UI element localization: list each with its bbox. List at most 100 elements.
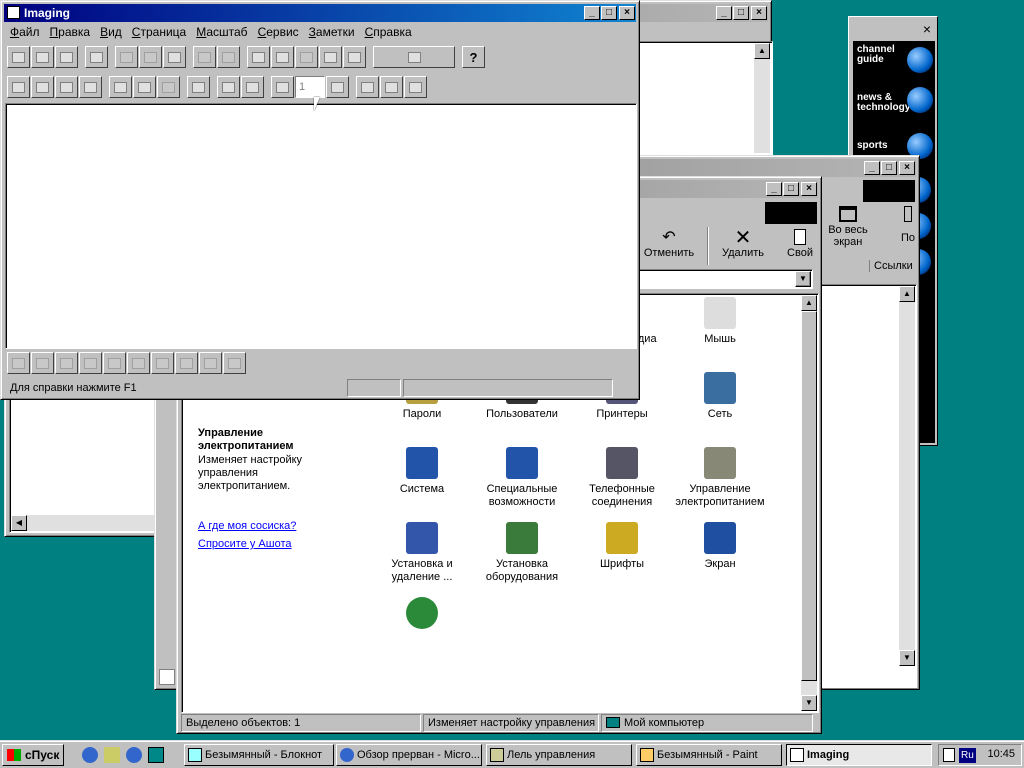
cut-button[interactable]: [115, 46, 138, 68]
control-panel-item[interactable]: Систе­ма: [372, 447, 472, 496]
minimize-icon[interactable]: _: [716, 6, 732, 20]
select-button[interactable]: [133, 76, 156, 98]
annotation-select-button[interactable]: [7, 352, 30, 374]
close-icon[interactable]: ×: [619, 6, 635, 20]
text-from-file-button[interactable]: [199, 352, 222, 374]
scroll-left-icon[interactable]: ◀: [11, 515, 27, 531]
menu-item-4[interactable]: Масштаб: [191, 23, 252, 41]
properties-button[interactable]: Свой: [781, 229, 819, 259]
scheduler-icon[interactable]: [943, 748, 955, 762]
ie-icon[interactable]: [82, 747, 98, 763]
background-window-scrollbar[interactable]: ▲: [754, 43, 770, 153]
menu-item-3[interactable]: Страница: [127, 23, 191, 41]
language-indicator[interactable]: Ru: [959, 748, 976, 763]
task-imaging[interactable]: Imaging: [786, 744, 932, 766]
save-button[interactable]: [55, 46, 78, 68]
copy-button[interactable]: [139, 46, 162, 68]
delete-button[interactable]: ✕ Удалить: [713, 228, 773, 259]
task-browser[interactable]: Обзор прерван - Micro...: [336, 744, 482, 766]
minimize-icon[interactable]: _: [584, 6, 600, 20]
close-icon[interactable]: ×: [899, 161, 915, 175]
minimize-icon[interactable]: _: [766, 182, 782, 196]
minimize-icon[interactable]: _: [864, 161, 880, 175]
scroll-down-icon[interactable]: ▼: [899, 650, 915, 666]
undo-button[interactable]: [193, 46, 216, 68]
rotate-right-button[interactable]: [241, 76, 264, 98]
control-panel-item[interactable]: Управление электропитанием: [670, 447, 770, 509]
help-button[interactable]: ?: [462, 46, 485, 68]
text-tool-button[interactable]: [151, 352, 174, 374]
pointer-button[interactable]: [157, 76, 180, 98]
rescan-button[interactable]: [79, 76, 102, 98]
fullscreen-button[interactable]: Во весь экран: [823, 206, 873, 248]
page-number-button[interactable]: 1: [295, 76, 325, 98]
links-label[interactable]: Ссылки: [869, 260, 913, 272]
zoom-in-button[interactable]: [247, 46, 270, 68]
imaging-titlebar[interactable]: Imaging: [4, 4, 636, 22]
control-panel-item[interactable]: Шрифты: [572, 522, 672, 571]
hollow-rect-button[interactable]: [103, 352, 126, 374]
control-panel-item[interactable]: Специальные возможности: [472, 447, 572, 509]
menu-item-0[interactable]: Файл: [5, 23, 45, 41]
task-paint[interactable]: Безымянный - Paint: [636, 744, 782, 766]
straight-line-button[interactable]: [79, 352, 102, 374]
paste-button[interactable]: [163, 46, 186, 68]
control-panel-item[interactable]: Телефонные соединения: [572, 447, 672, 509]
page-thumbs-button[interactable]: [404, 76, 427, 98]
highlighter-button[interactable]: [55, 352, 78, 374]
page-insert-button[interactable]: [31, 76, 54, 98]
control-panel-item[interactable]: [372, 597, 472, 633]
ie-icon[interactable]: [126, 747, 142, 763]
maximize-icon[interactable]: □: [783, 182, 799, 196]
control-panel-scrollbar[interactable]: ▲ ▼: [801, 295, 817, 711]
undo-button[interactable]: ↶ Отменить: [637, 229, 701, 259]
one-page-button[interactable]: [356, 76, 379, 98]
page-append-button[interactable]: [55, 76, 78, 98]
outlook-icon[interactable]: [104, 747, 120, 763]
scroll-thumb[interactable]: [801, 311, 817, 681]
new-button[interactable]: [7, 46, 30, 68]
close-icon[interactable]: ×: [801, 182, 817, 196]
zoom-combo-button[interactable]: [373, 46, 455, 68]
close-icon[interactable]: ×: [923, 21, 931, 37]
control-panel-item[interactable]: Установка оборудования: [472, 522, 572, 584]
control-panel-item[interactable]: Установка и удаление ...: [372, 522, 472, 584]
start-button[interactable]: сПуск: [2, 744, 64, 766]
browser-scrollbar[interactable]: ▲ ▼: [899, 286, 915, 666]
task-notepad[interactable]: Безымянный - Блокнот: [184, 744, 334, 766]
channel-guide-item[interactable]: channel guide: [857, 45, 935, 77]
menu-item-1[interactable]: Правка: [45, 23, 96, 41]
clock[interactable]: 10:45: [987, 748, 1015, 760]
control-panel-item[interactable]: Экран: [670, 522, 770, 571]
maximize-icon[interactable]: □: [733, 6, 749, 20]
rotate-left-button[interactable]: [217, 76, 240, 98]
scroll-up-icon[interactable]: ▲: [801, 295, 817, 311]
scroll-down-icon[interactable]: ▼: [801, 695, 817, 711]
menu-item-7[interactable]: Справка: [360, 23, 417, 41]
scroll-up-icon[interactable]: ▲: [899, 286, 915, 302]
best-fit-button[interactable]: [319, 46, 342, 68]
scroll-up-icon[interactable]: ▲: [754, 43, 770, 59]
fit-width-button[interactable]: [343, 46, 366, 68]
news-technology-item[interactable]: news & technology: [857, 87, 935, 119]
stamp-button[interactable]: [223, 352, 246, 374]
filled-rect-button[interactable]: [127, 352, 150, 374]
control-panel-item[interactable]: Сеть: [670, 372, 770, 421]
attach-note-button[interactable]: [175, 352, 198, 374]
control-panel-item[interactable]: Мышь: [670, 297, 770, 346]
drag-button[interactable]: [109, 76, 132, 98]
maximize-icon[interactable]: □: [881, 161, 897, 175]
partial-button[interactable]: По: [897, 206, 919, 244]
zoom-fit-button[interactable]: [295, 46, 318, 68]
ask-ashot-link[interactable]: Спросите у Ашота: [198, 538, 292, 550]
sausage-link[interactable]: А где моя сосиска?: [198, 520, 296, 532]
freehand-line-button[interactable]: [31, 352, 54, 374]
address-field[interactable]: [637, 269, 813, 289]
desktop-icon[interactable]: [148, 747, 164, 763]
print-button[interactable]: [85, 46, 108, 68]
scan-button[interactable]: [7, 76, 30, 98]
annotation-toggle-button[interactable]: [187, 76, 210, 98]
close-icon[interactable]: ×: [751, 6, 767, 20]
imaging-window[interactable]: Imaging _ □ × Файл Правка Вид Страница Масшт…: [0, 0, 640, 400]
thumbnails-button[interactable]: [380, 76, 403, 98]
